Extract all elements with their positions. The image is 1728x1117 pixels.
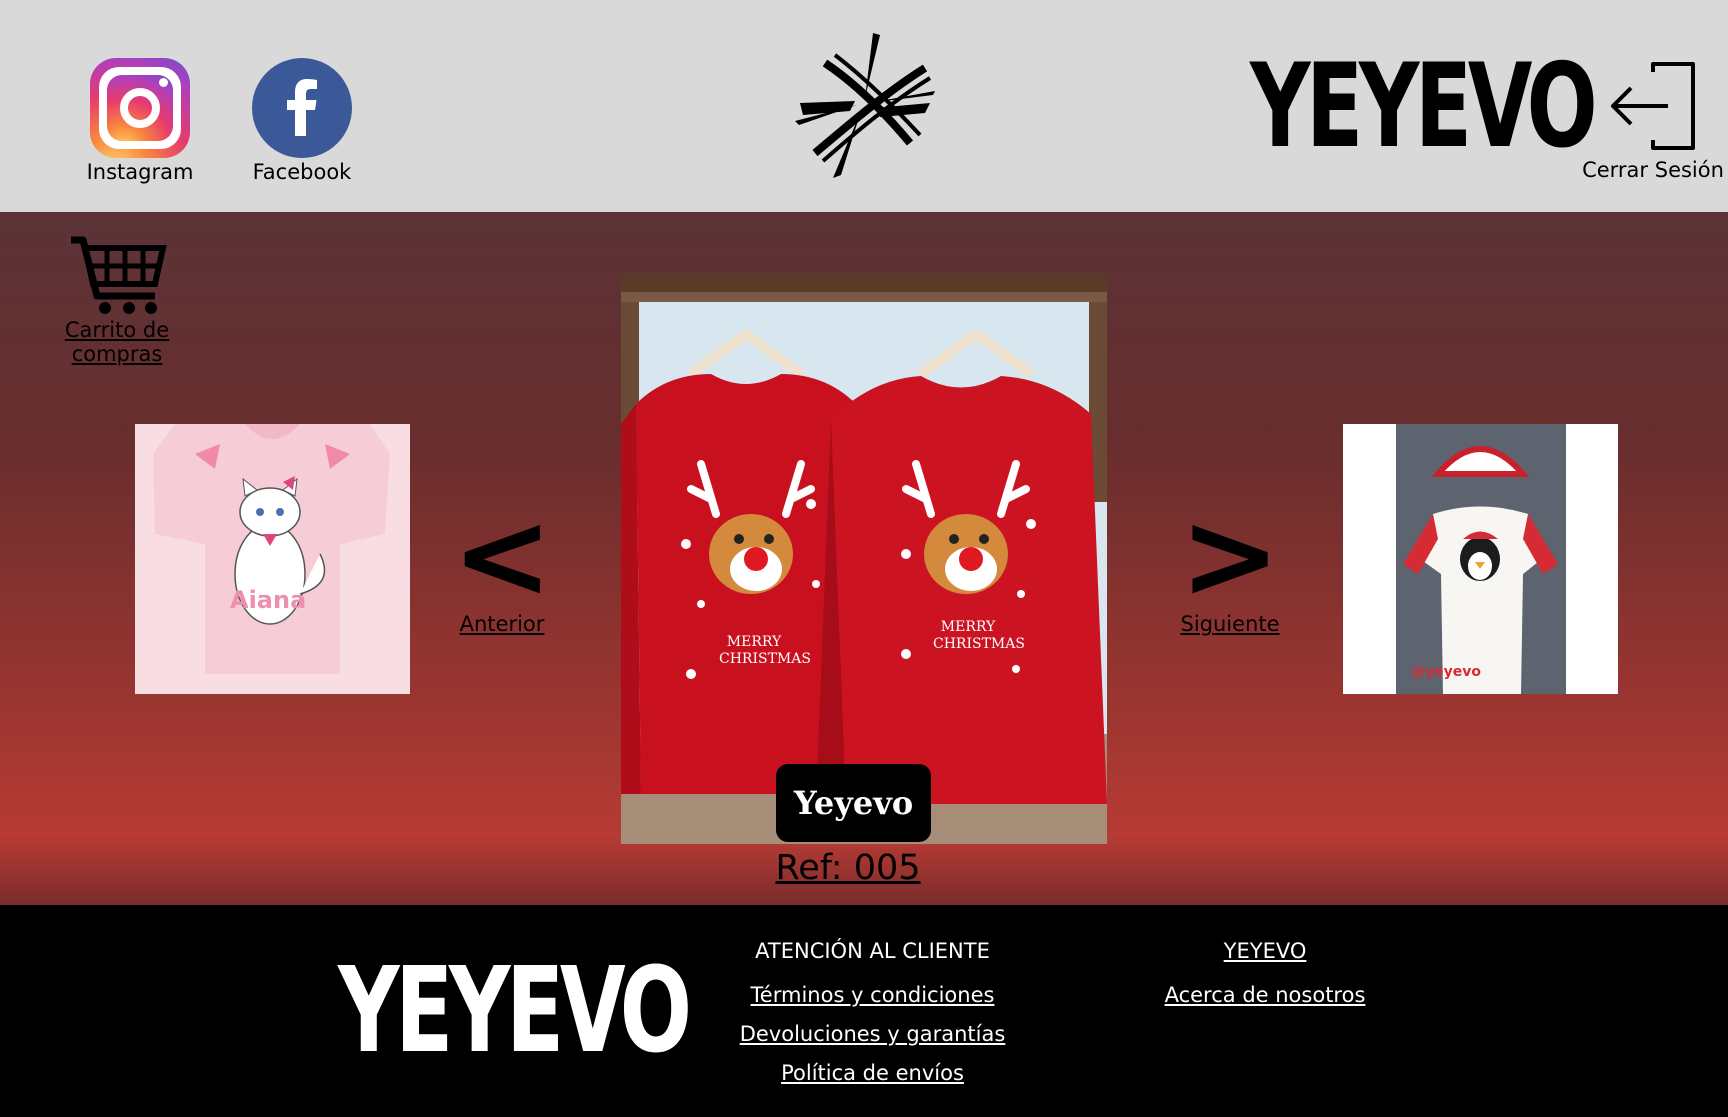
site-footer: YEYEVO ATENCIÓN AL CLIENTE Términos y co… bbox=[0, 905, 1728, 1117]
facebook-icon bbox=[252, 58, 352, 158]
previous-label: Anterior bbox=[459, 612, 545, 636]
next-button[interactable]: > Siguiente bbox=[1175, 487, 1285, 637]
brand-logo[interactable]: YEYEVO bbox=[1250, 42, 1598, 172]
shipping-policy-link[interactable]: Política de envíos bbox=[700, 1061, 1045, 1085]
product-main-image: MERRY CHRISTMAS MERRY CHRISTMAS Yeyevo bbox=[621, 274, 1107, 844]
cart-link[interactable]: Carrito de compras bbox=[22, 234, 212, 366]
about-us-link[interactable]: Acerca de nosotros bbox=[1120, 983, 1410, 1007]
facebook-label: Facebook bbox=[252, 160, 352, 184]
footer-heading-company[interactable]: YEYEVO bbox=[1120, 939, 1410, 963]
chevron-left-icon: < bbox=[452, 487, 553, 626]
terms-link[interactable]: Términos y condiciones bbox=[700, 983, 1045, 1007]
footer-customer-service: ATENCIÓN AL CLIENTE Términos y condicion… bbox=[700, 939, 1045, 1100]
thumbnail-right-caption: @yeyevo bbox=[1411, 664, 1481, 680]
sweater-print-text-left: MERRY CHRISTMAS bbox=[719, 634, 811, 667]
next-label: Siguiente bbox=[1180, 612, 1280, 636]
top-header: Instagram Facebook YEYEVO Cerrar Sesión bbox=[0, 0, 1728, 212]
product-carousel: Carrito de compras Aiana < Anterior MERR… bbox=[0, 212, 1728, 905]
logout-button[interactable]: Cerrar Sesión bbox=[1578, 60, 1728, 182]
sweater-print-text-right: MERRY CHRISTMAS bbox=[933, 619, 1025, 652]
previous-product-thumbnail[interactable]: Aiana bbox=[135, 424, 410, 694]
returns-link[interactable]: Devoluciones y garantías bbox=[700, 1022, 1045, 1046]
instagram-icon bbox=[90, 58, 190, 158]
watermark-badge: Yeyevo bbox=[776, 764, 931, 842]
cart-label: Carrito de compras bbox=[64, 318, 170, 366]
footer-heading-customer-service: ATENCIÓN AL CLIENTE bbox=[755, 939, 990, 963]
previous-button[interactable]: < Anterior bbox=[452, 487, 553, 637]
product-reference[interactable]: Ref: 005 bbox=[760, 848, 936, 888]
thumbnail-left-caption: Aiana bbox=[230, 586, 307, 614]
chevron-right-icon: > bbox=[1179, 487, 1281, 626]
logout-icon bbox=[1611, 62, 1695, 150]
footer-company: YEYEVO Acerca de nosotros bbox=[1120, 939, 1410, 1022]
instagram-link[interactable]: Instagram bbox=[80, 58, 200, 184]
next-product-thumbnail[interactable]: @yeyevo bbox=[1343, 424, 1618, 694]
brand-symbol-icon bbox=[795, 33, 935, 178]
logout-label: Cerrar Sesión bbox=[1582, 158, 1724, 182]
shopping-cart-icon bbox=[71, 236, 167, 314]
instagram-label: Instagram bbox=[86, 160, 194, 184]
footer-brand-logo[interactable]: YEYEVO bbox=[338, 945, 692, 1075]
facebook-link[interactable]: Facebook bbox=[242, 58, 362, 184]
